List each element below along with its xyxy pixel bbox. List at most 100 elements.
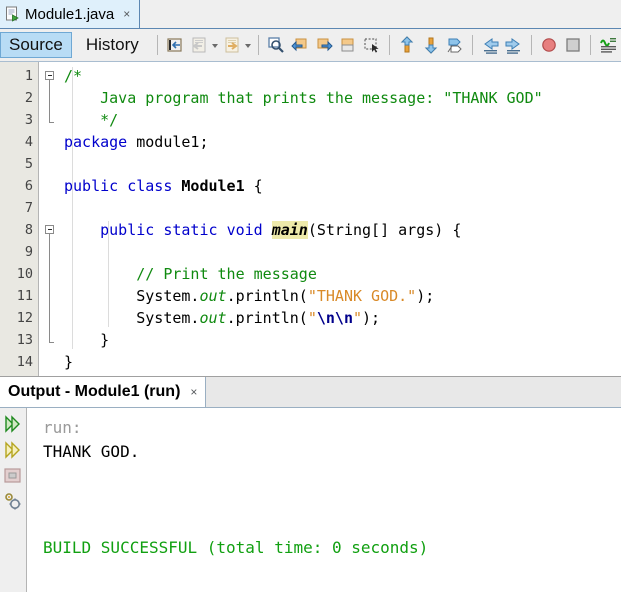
inspect-members-icon[interactable] bbox=[444, 34, 466, 56]
code-line[interactable]: public static void main(String[] args) { bbox=[64, 219, 461, 241]
code-token: out bbox=[199, 287, 227, 305]
shift-line-down-icon[interactable] bbox=[420, 34, 442, 56]
code-token: " bbox=[307, 309, 317, 327]
code-token: out bbox=[199, 309, 227, 327]
toggle-rectangular-selection-icon[interactable] bbox=[361, 34, 383, 56]
file-tab-label: Module1.java bbox=[25, 5, 115, 23]
java-file-icon bbox=[5, 6, 21, 22]
toolbar-separator bbox=[589, 35, 591, 55]
code-editor-area[interactable]: 1 2 3 4 5 6 7 8 9 10 11 12 13 14 /* Java program that… bbox=[0, 62, 621, 378]
line-number: 3 bbox=[24, 112, 33, 128]
code-line[interactable]: // Print the message bbox=[64, 263, 317, 285]
code-line[interactable]: package module1; bbox=[64, 131, 209, 153]
code-token: static bbox=[163, 221, 218, 239]
code-token: // Print the message bbox=[136, 265, 317, 283]
line-number: 9 bbox=[24, 244, 33, 260]
toolbar-separator bbox=[471, 35, 473, 55]
fold-line bbox=[49, 80, 50, 122]
code-token: "THANK GOD." bbox=[307, 287, 417, 305]
shift-line-up-icon[interactable] bbox=[396, 34, 418, 56]
editor-window: Module1.java × Source History 1 2 3 4 5 … bbox=[0, 0, 621, 378]
code-token: package bbox=[64, 133, 128, 151]
shift-line-right-icon[interactable] bbox=[503, 34, 525, 56]
line-number: 2 bbox=[24, 90, 33, 106]
output-tab-label: Output - Module1 (run) bbox=[8, 383, 181, 400]
code-token: (String[] args) { bbox=[307, 221, 462, 239]
output-tab-row: Output - Module1 (run) × bbox=[0, 377, 621, 408]
last-edit-icon[interactable] bbox=[164, 34, 186, 56]
line-number: 6 bbox=[24, 178, 33, 194]
rerun-debug-icon[interactable] bbox=[3, 440, 23, 460]
back-icon[interactable] bbox=[188, 34, 210, 56]
forward-dropdown-icon[interactable] bbox=[244, 34, 253, 56]
code-token: ); bbox=[416, 287, 435, 305]
line-number: 10 bbox=[16, 266, 33, 282]
line-number: 14 bbox=[16, 354, 33, 370]
line-number: 1 bbox=[24, 68, 33, 84]
editor-toolbar: Source History bbox=[0, 29, 621, 62]
shift-line-left-icon[interactable] bbox=[479, 34, 501, 56]
code-token: .println( bbox=[226, 287, 308, 305]
fold-main-method[interactable] bbox=[45, 225, 54, 234]
toggle-breakpoint-icon[interactable] bbox=[538, 34, 560, 56]
code-token: /* bbox=[64, 67, 83, 85]
line-number: 11 bbox=[16, 288, 33, 304]
code-token: class bbox=[127, 177, 173, 195]
line-number: 12 bbox=[16, 310, 33, 326]
code-line[interactable]: } bbox=[64, 329, 109, 351]
line-number: 5 bbox=[24, 156, 33, 172]
close-icon[interactable]: × bbox=[123, 8, 130, 20]
close-icon[interactable]: × bbox=[190, 386, 197, 398]
output-line: THANK GOD. bbox=[43, 442, 140, 461]
rerun-icon[interactable] bbox=[3, 414, 23, 434]
code-token: Java program that prints the message: "T… bbox=[100, 89, 543, 107]
output-line: BUILD SUCCESSFUL (total time: 0 seconds) bbox=[43, 538, 429, 557]
output-line: run: bbox=[43, 418, 82, 437]
fold-end bbox=[49, 122, 54, 123]
toolbar-separator bbox=[257, 35, 259, 55]
code-line[interactable]: public class Module1 { bbox=[64, 175, 263, 197]
line-number: 7 bbox=[24, 200, 33, 216]
output-text-area[interactable]: run: THANK GOD. BUILD SUCCESSFUL (total ti… bbox=[27, 408, 621, 592]
stop-process-icon[interactable] bbox=[3, 466, 23, 486]
code-fold-column[interactable] bbox=[39, 62, 63, 378]
line-number-gutter: 1 2 3 4 5 6 7 8 9 10 11 12 13 14 bbox=[0, 62, 39, 378]
toggle-bookmark-icon[interactable] bbox=[337, 34, 359, 56]
toolbar-separator bbox=[388, 35, 390, 55]
indent-guide bbox=[108, 221, 110, 327]
toolbar-separator bbox=[530, 35, 532, 55]
code-line[interactable]: System.out.println("THANK GOD."); bbox=[64, 285, 434, 307]
previous-bookmark-icon[interactable] bbox=[289, 34, 311, 56]
code-line[interactable]: } bbox=[64, 351, 73, 373]
file-tab-module1-java[interactable]: Module1.java × bbox=[0, 0, 140, 28]
editor-tab-row: Module1.java × bbox=[0, 0, 621, 29]
code-token: } bbox=[64, 353, 74, 371]
find-selection-icon[interactable] bbox=[265, 34, 287, 56]
code-token: main bbox=[271, 221, 308, 239]
output-settings-icon[interactable] bbox=[3, 492, 23, 512]
code-line[interactable]: System.out.println("\n\n"); bbox=[64, 307, 380, 329]
next-bookmark-icon[interactable] bbox=[313, 34, 335, 56]
indent-guide bbox=[72, 67, 73, 349]
comment-icon[interactable] bbox=[597, 34, 619, 56]
code-token: { bbox=[244, 177, 263, 195]
code-line[interactable]: /* bbox=[64, 65, 82, 87]
stop-icon[interactable] bbox=[562, 34, 584, 56]
fold-end bbox=[49, 342, 54, 343]
tab-history[interactable]: History bbox=[78, 32, 147, 58]
output-window: Output - Module1 (run) × run: THANK GOD.… bbox=[0, 376, 621, 592]
code-token: .println( bbox=[226, 309, 308, 327]
forward-icon[interactable] bbox=[221, 34, 243, 56]
output-tab[interactable]: Output - Module1 (run) × bbox=[0, 377, 206, 407]
fold-comment-block[interactable] bbox=[45, 71, 54, 80]
code-token: } bbox=[100, 331, 110, 349]
code-token: */ bbox=[100, 111, 119, 129]
code-line[interactable]: Java program that prints the message: "T… bbox=[64, 87, 543, 109]
code-token: Module1 bbox=[181, 177, 245, 195]
tab-source[interactable]: Source bbox=[0, 32, 72, 58]
back-dropdown-icon[interactable] bbox=[211, 34, 220, 56]
